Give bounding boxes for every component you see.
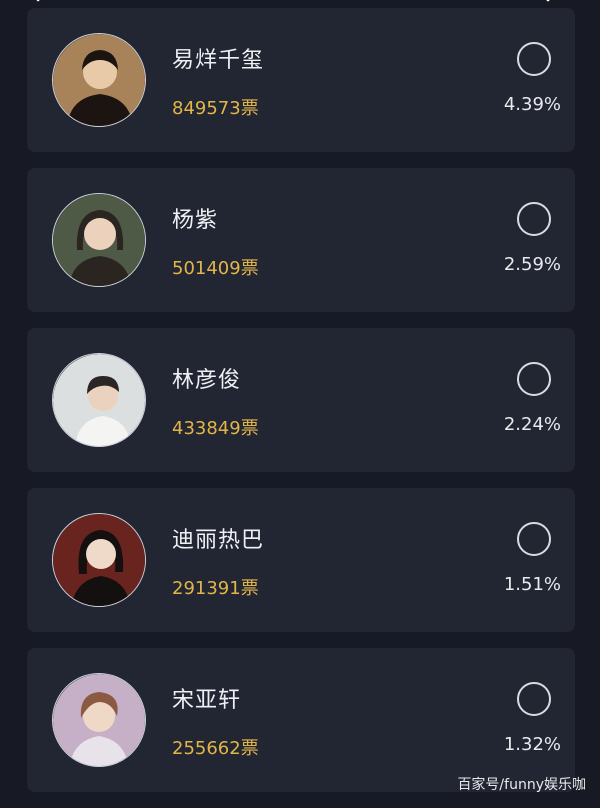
vote-count: 433849票: [172, 418, 259, 439]
vote-percentage: 2.24%: [503, 414, 561, 435]
chevron-left-icon[interactable]: [30, 0, 50, 8]
candidate-name: 宋亚轩: [172, 688, 242, 713]
avatar: [52, 673, 146, 767]
vote-count: 849573票: [172, 98, 259, 119]
vote-percentage: 1.32%: [503, 734, 561, 755]
vote-percentage: 1.51%: [503, 574, 561, 595]
vote-radio-button[interactable]: [517, 202, 551, 236]
avatar: [52, 513, 146, 607]
vote-radio-button[interactable]: [517, 522, 551, 556]
avatar: [52, 353, 146, 447]
vote-count: 501409票: [172, 258, 259, 279]
candidate-card[interactable]: 宋亚轩 255662票 1.32%: [27, 648, 575, 792]
candidate-card[interactable]: 林彦俊 433849票 2.24%: [27, 328, 575, 472]
candidate-card[interactable]: 杨紫 501409票 2.59%: [27, 168, 575, 312]
candidate-name: 杨紫: [172, 208, 219, 233]
candidate-card[interactable]: 易烊千玺 849573票 4.39%: [27, 8, 575, 152]
candidate-card[interactable]: 迪丽热巴 291391票 1.51%: [27, 488, 575, 632]
candidate-vote-list: 易烊千玺 849573票 4.39% 杨紫 501409票 2.59% 林彦俊 …: [27, 8, 575, 808]
vote-percentage: 2.59%: [503, 254, 561, 275]
close-icon[interactable]: [538, 0, 558, 8]
candidate-name: 易烊千玺: [172, 48, 265, 73]
vote-radio-button[interactable]: [517, 362, 551, 396]
avatar: [52, 33, 146, 127]
vote-count: 291391票: [172, 578, 259, 599]
watermark: 百家号/funny娱乐咖: [457, 777, 586, 793]
vote-radio-button[interactable]: [517, 42, 551, 76]
candidate-name: 林彦俊: [172, 368, 242, 393]
vote-percentage: 4.39%: [503, 94, 561, 115]
vote-radio-button[interactable]: [517, 682, 551, 716]
candidate-name: 迪丽热巴: [172, 528, 265, 553]
vote-count: 255662票: [172, 738, 259, 759]
avatar: [52, 193, 146, 287]
